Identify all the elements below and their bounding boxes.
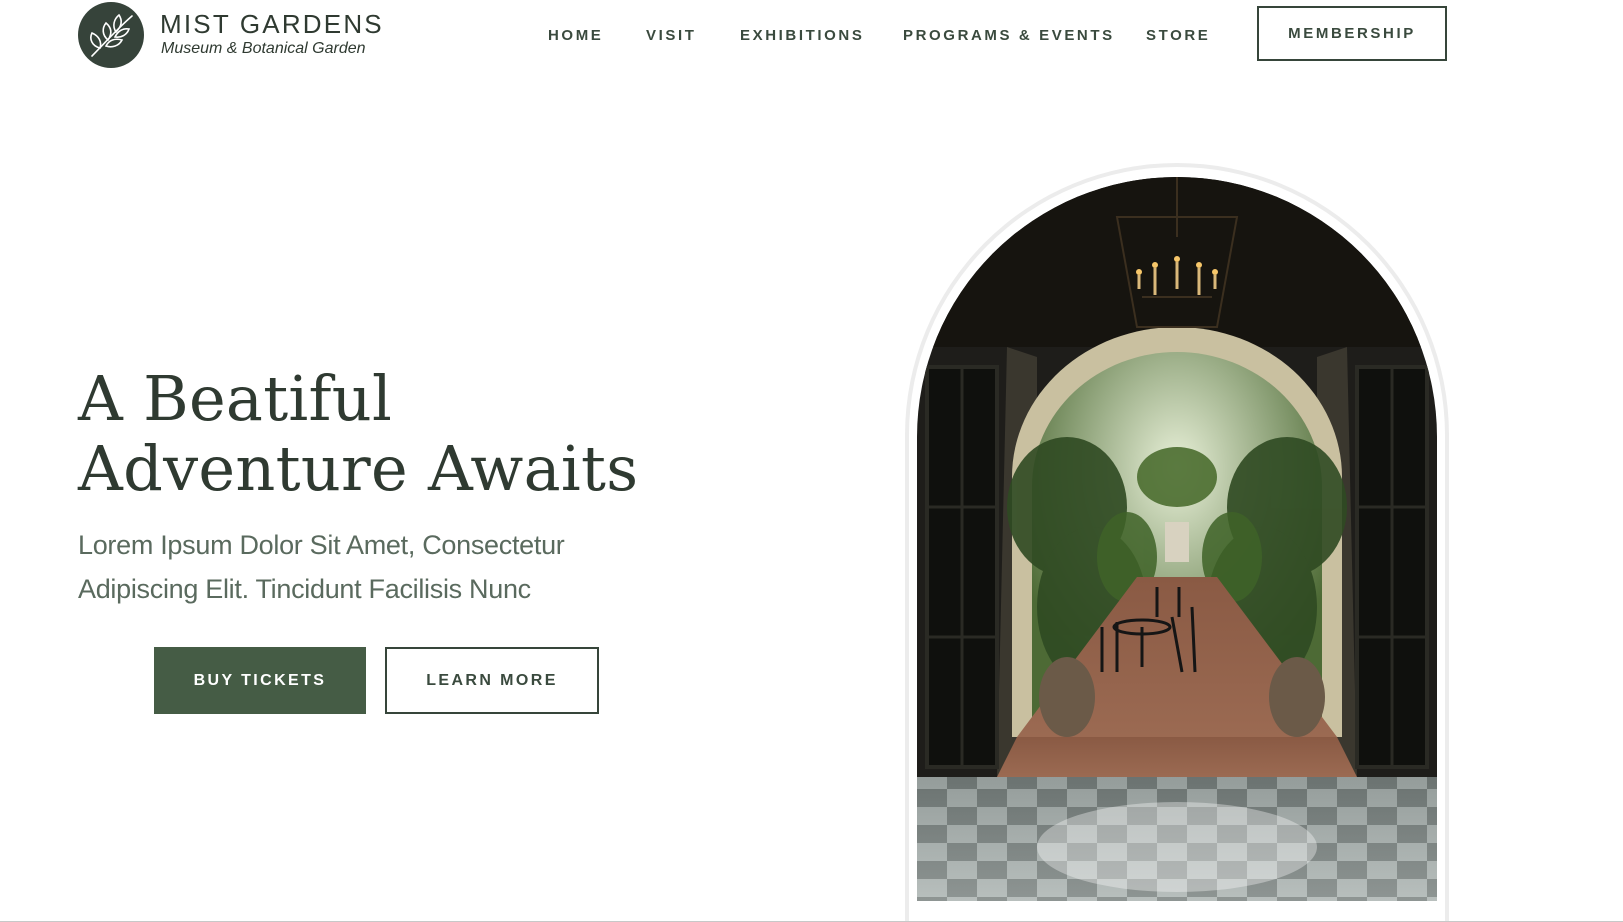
hero-subtitle-line-1: Lorem Ipsum Dolor Sit Amet, Consectetur bbox=[78, 530, 565, 560]
nav-programs-events[interactable]: PROGRAMS & EVENTS bbox=[903, 27, 1115, 44]
brand-tagline: Museum & Botanical Garden bbox=[161, 40, 366, 57]
hero-subtitle: Lorem Ipsum Dolor Sit Amet, Consectetur … bbox=[78, 523, 718, 611]
nav-visit[interactable]: VISIT bbox=[646, 27, 697, 44]
learn-more-button[interactable]: LEARN MORE bbox=[385, 647, 599, 714]
brand-name[interactable]: MIST GARDENS bbox=[160, 9, 384, 40]
hero-title: A Beatiful Adventure Awaits bbox=[78, 364, 638, 504]
hero-title-line-1: A Beatiful bbox=[78, 362, 393, 435]
nav-exhibitions[interactable]: EXHIBITIONS bbox=[740, 27, 864, 44]
nav-store[interactable]: STORE bbox=[1146, 27, 1210, 44]
hero-subtitle-line-2: Adipiscing Elit. Tincidunt Facilisis Nun… bbox=[78, 574, 531, 604]
membership-button[interactable]: MEMBERSHIP bbox=[1257, 6, 1447, 61]
hero-title-line-2: Adventure Awaits bbox=[78, 432, 639, 505]
logo-badge[interactable] bbox=[78, 2, 144, 68]
nav-home[interactable]: HOME bbox=[548, 27, 603, 44]
leaf-branch-icon bbox=[90, 13, 133, 57]
hero-image-courtyard bbox=[917, 177, 1437, 901]
buy-tickets-button[interactable]: BUY TICKETS bbox=[154, 647, 366, 714]
